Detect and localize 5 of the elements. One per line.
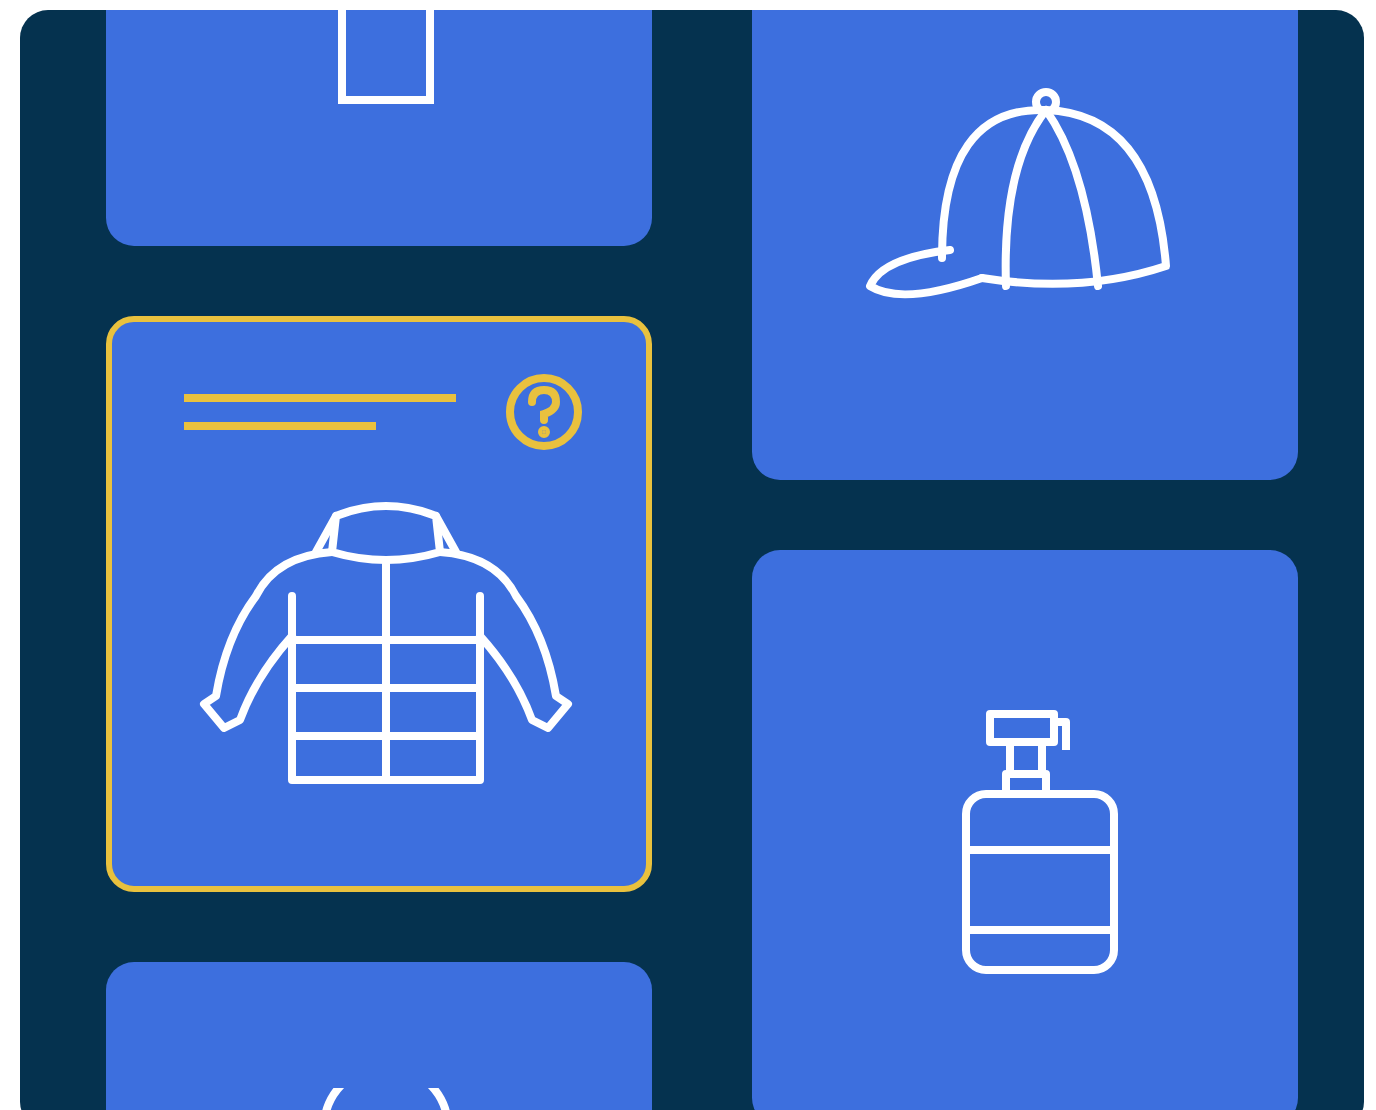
- product-card[interactable]: [752, 10, 1298, 480]
- product-card[interactable]: [106, 316, 652, 892]
- help-icon[interactable]: [504, 372, 584, 452]
- product-card[interactable]: [752, 550, 1298, 1110]
- garment-icon: [336, 10, 436, 106]
